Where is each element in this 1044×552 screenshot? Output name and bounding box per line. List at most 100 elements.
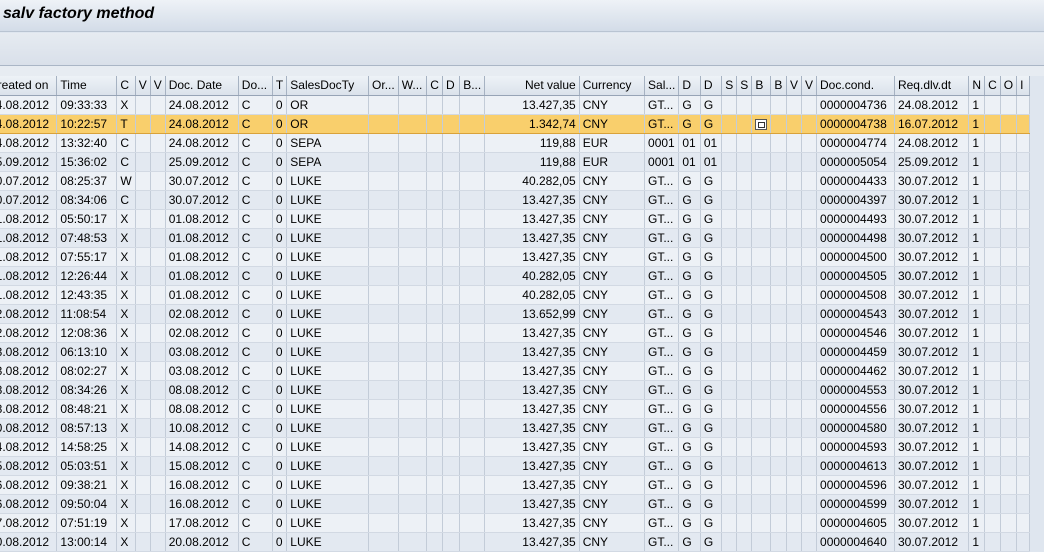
cell-v2[interactable] [150, 342, 166, 362]
cell-d3[interactable]: G [700, 171, 723, 191]
cell-currency[interactable]: CNY [579, 475, 646, 495]
cell-do[interactable]: C [238, 113, 273, 134]
cell-n[interactable]: 1 [968, 418, 986, 438]
cell-o[interactable] [1000, 190, 1018, 210]
cell-n[interactable]: 1 [968, 113, 986, 134]
cell-v2[interactable] [150, 133, 166, 153]
cell-i[interactable] [1016, 323, 1030, 343]
table-row[interactable]: 10.08.201208:57:13X10.08.2012C0LUKE13.42… [0, 418, 1030, 438]
cell-currency[interactable]: CNY [579, 171, 646, 191]
cell-currency[interactable]: CNY [579, 266, 646, 286]
cell-d1[interactable] [442, 228, 461, 248]
cell-d1[interactable] [442, 304, 461, 324]
cell-do[interactable]: C [238, 418, 273, 438]
cell-b1[interactable] [459, 418, 486, 438]
cell-w[interactable] [398, 437, 428, 457]
cell-s2[interactable] [736, 113, 753, 134]
cell-req_dlv_dt[interactable]: 30.07.2012 [894, 475, 970, 495]
cell-d3[interactable]: G [700, 399, 723, 419]
cell-t[interactable]: 0 [272, 285, 288, 305]
cell-doc_cond[interactable]: 0000005054 [816, 152, 895, 172]
cell-v4[interactable] [801, 304, 818, 324]
cell-w[interactable] [398, 285, 428, 305]
cell-sal[interactable]: GT... [644, 475, 680, 495]
column-header-doc_cond[interactable]: Doc.cond. [816, 76, 895, 96]
cell-created_on[interactable]: 08.08.2012 [0, 380, 58, 400]
column-header-c2[interactable]: C [426, 76, 443, 96]
cell-b1[interactable] [459, 266, 486, 286]
cell-d2[interactable]: G [678, 418, 701, 438]
cell-c3[interactable] [984, 475, 1001, 495]
table-row[interactable]: 03.08.201208:02:27X03.08.2012C0LUKE13.42… [0, 361, 1030, 381]
cell-c[interactable]: X [116, 494, 136, 514]
cell-do[interactable]: C [238, 456, 273, 476]
cell-doc_date[interactable]: 10.08.2012 [165, 418, 239, 438]
table-row[interactable]: 08.08.201208:48:21X08.08.2012C0LUKE13.42… [0, 399, 1030, 419]
cell-b3[interactable] [770, 266, 787, 286]
cell-doc_date[interactable]: 01.08.2012 [165, 228, 239, 248]
cell-b2[interactable] [751, 475, 772, 495]
cell-c[interactable]: X [116, 285, 136, 305]
cell-b1[interactable] [459, 209, 486, 229]
cell-s1[interactable] [721, 437, 738, 457]
cell-v1[interactable] [135, 113, 151, 134]
cell-b1[interactable] [459, 399, 486, 419]
cell-v3[interactable] [786, 513, 803, 533]
cell-b2[interactable] [751, 285, 772, 305]
cell-sal[interactable]: GT... [644, 228, 680, 248]
cell-b1[interactable] [459, 190, 486, 210]
cell-i[interactable] [1016, 171, 1030, 191]
cell-b3[interactable] [770, 475, 787, 495]
cell-b2[interactable] [751, 532, 772, 552]
cell-o[interactable] [1000, 133, 1018, 153]
cell-do[interactable]: C [238, 437, 273, 457]
cell-doc_cond[interactable]: 0000004462 [816, 361, 895, 381]
cell-n[interactable]: 1 [968, 475, 986, 495]
cell-sales_doc_ty[interactable]: LUKE [286, 437, 370, 457]
cell-created_on[interactable]: 24.08.2012 [0, 113, 58, 134]
cell-b2[interactable] [751, 247, 772, 267]
cell-c[interactable]: T [116, 113, 136, 134]
cell-created_on[interactable]: 01.08.2012 [0, 228, 58, 248]
cell-sales_doc_ty[interactable]: LUKE [286, 494, 370, 514]
cell-doc_date[interactable]: 25.09.2012 [165, 152, 239, 172]
cell-net_value[interactable]: 13.427,35 [484, 399, 580, 419]
cell-or[interactable] [368, 380, 399, 400]
cell-v4[interactable] [801, 209, 818, 229]
cell-currency[interactable]: CNY [579, 190, 646, 210]
cell-d1[interactable] [442, 285, 461, 305]
cell-do[interactable]: C [238, 342, 273, 362]
cell-v4[interactable] [801, 342, 818, 362]
cell-d3[interactable]: G [700, 513, 723, 533]
cell-time[interactable]: 09:33:33 [56, 95, 118, 115]
cell-v3[interactable] [786, 532, 803, 552]
cell-v1[interactable] [135, 342, 151, 362]
cell-time[interactable]: 10:22:57 [56, 113, 118, 134]
cell-d3[interactable]: G [700, 361, 723, 381]
cell-n[interactable]: 1 [968, 513, 986, 533]
cell-req_dlv_dt[interactable]: 30.07.2012 [894, 342, 970, 362]
table-row[interactable]: 02.08.201211:08:54X02.08.2012C0LUKE13.65… [0, 304, 1030, 324]
cell-t[interactable]: 0 [272, 304, 288, 324]
cell-i[interactable] [1016, 133, 1030, 153]
cell-created_on[interactable]: 02.08.2012 [0, 323, 58, 343]
cell-w[interactable] [398, 209, 428, 229]
cell-b3[interactable] [770, 494, 787, 514]
column-header-currency[interactable]: Currency [579, 76, 646, 96]
cell-doc_cond[interactable]: 0000004433 [816, 171, 895, 191]
cell-b3[interactable] [770, 113, 787, 134]
cell-currency[interactable]: CNY [579, 532, 646, 552]
column-header-created_on[interactable]: Created on [0, 76, 58, 96]
cell-sal[interactable]: GT... [644, 532, 680, 552]
cell-s2[interactable] [736, 456, 753, 476]
cell-c3[interactable] [984, 209, 1001, 229]
cell-d2[interactable]: G [678, 380, 701, 400]
cell-do[interactable]: C [238, 304, 273, 324]
cell-or[interactable] [368, 133, 399, 153]
cell-do[interactable]: C [238, 532, 273, 552]
cell-t[interactable]: 0 [272, 456, 288, 476]
cell-n[interactable]: 1 [968, 323, 986, 343]
cell-net_value[interactable]: 119,88 [484, 133, 580, 153]
cell-t[interactable]: 0 [272, 494, 288, 514]
column-header-c3[interactable]: C [984, 76, 1001, 96]
